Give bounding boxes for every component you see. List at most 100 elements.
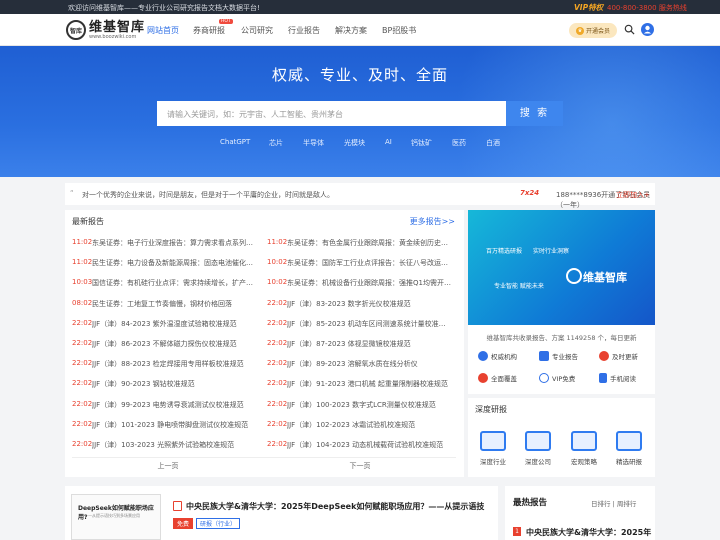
next-page-button[interactable]: 下一页: [264, 457, 456, 473]
top-bar: 欢迎访问维基智库——专业行业公司研究报告文档大数据平台! VIP特权 400-8…: [0, 0, 720, 14]
list-item-time: 22:02: [72, 318, 93, 327]
more-reports-link[interactable]: 更多报告>>: [410, 216, 455, 227]
join-now-link[interactable]: 立即加入+: [616, 190, 650, 200]
selected-reports-link[interactable]: 精选研报: [609, 431, 649, 466]
list-item[interactable]: 08:02 民生证券：工地复工节奏偏慢，钢材价格回落: [72, 299, 264, 319]
search-input[interactable]: 请输入关键词，如：元宇宙、人工智能、贵州茅台: [157, 101, 506, 126]
feature-label: 专业报告: [552, 353, 578, 361]
report-title[interactable]: 中央民族大学&清华大学：2025年DeepSeek如何赋能职场应用？——从提示语…: [186, 501, 484, 512]
monitor-icon: [571, 431, 597, 451]
deep-item-label: 深度行业: [480, 458, 506, 466]
list-item-time: 22:02: [267, 318, 288, 327]
list-item[interactable]: 22:02 JJF（津）83-2023 数字折光仪校准规范: [267, 299, 459, 319]
keyword-ai[interactable]: AI: [385, 138, 392, 146]
clock-icon: [599, 351, 609, 361]
feature-professional: 专业报告: [539, 351, 578, 361]
list-item-time: 08:02: [72, 298, 93, 307]
nav-solutions[interactable]: 解决方案: [335, 25, 367, 36]
list-item[interactable]: 22:02 JJF（津）87-2023 体视显微镜校准规范: [267, 339, 459, 359]
list-item[interactable]: 22:02 JJF（津）88-2023 检定焊接用专用样板校准规范: [72, 359, 264, 379]
ranking-tabs[interactable]: 日排行 | 周排行: [591, 498, 636, 508]
macro-strategy-link[interactable]: 宏观策略: [564, 431, 604, 466]
collection-stats: 维基智库共收录报告、方案 1149258 个，每日更新: [486, 334, 637, 342]
nav-industry-report[interactable]: 行业报告: [288, 25, 320, 36]
member-label: 开通会员: [585, 28, 610, 35]
list-item-title: JJF（津）88-2023 检定焊接用专用样板校准规范: [92, 360, 244, 369]
list-item-title: 东吴证券：有色金属行业跟踪周报：黄金续创历史…: [287, 239, 448, 247]
open-membership-button[interactable]: ♛ 开通会员: [569, 23, 617, 38]
list-item-time: 11:02: [267, 238, 288, 246]
list-item[interactable]: 22:02 JJF（津）102-2023 冰霜试验机校准规范: [267, 420, 459, 440]
vip-link[interactable]: VIP特权: [574, 2, 603, 13]
keyword-chip[interactable]: 芯片: [269, 138, 283, 148]
list-item-title: 东吴证券：电子行业深度报告：算力需求看点系列…: [92, 239, 253, 247]
list-item-time: 11:02: [72, 258, 93, 267]
list-item-title: 国信证券：有机硅行业点评：需求持续增长，扩产…: [92, 279, 253, 288]
list-item-title: JJF（津）86-2023 不解体磁力探伤仪校准规范: [92, 339, 237, 348]
promo-banner[interactable]: 百万精选研报 实时行业洞察 专业智能 赋能未来 维基智库: [468, 210, 655, 325]
list-item[interactable]: 22:02 JJF（津）90-2023 钢钻校准规范: [72, 379, 264, 399]
feature-label: 手机阅读: [610, 375, 636, 383]
list-item-time: 22:02: [72, 399, 93, 408]
site-logo[interactable]: 智库 维基智库 www.boozwiki.com: [66, 20, 145, 40]
feature-authority: 权威机构: [478, 351, 517, 361]
keyword-medicine[interactable]: 医药: [452, 138, 466, 148]
ranking-item[interactable]: 中央民族大学&清华大学：2025年: [526, 527, 651, 538]
deep-industry-link[interactable]: 深度行业: [473, 431, 513, 466]
nav-bp-prospectus[interactable]: BP招股书: [382, 25, 416, 36]
nav-home[interactable]: 网站首页: [147, 25, 179, 36]
list-item[interactable]: 22:02 JJF（津）100-2023 数字式LCR测量仪校准规范: [267, 400, 459, 420]
list-item[interactable]: 10:03 国信证券：有机硅行业点评：需求持续增长，扩产…: [72, 278, 264, 298]
feature-label: VIP免费: [552, 375, 576, 383]
hot-badge: HOT: [219, 19, 233, 24]
feature-timely: 及时更新: [599, 351, 638, 361]
list-item-time: 22:02: [267, 359, 288, 368]
hot-ranking-panel: 最热报告 日排行 | 周排行 1 中央民族大学&清华大学：2025年: [505, 486, 655, 540]
feature-coverage: 全面覆盖: [478, 373, 517, 383]
list-item[interactable]: 22:02 JJF（津）89-2023 溶解氧水质在线分析仪: [267, 359, 459, 379]
notice-text: 对一个优秀的企业来说，时间是朋友，但是对于一个平庸的企业，时间就是敌人。: [82, 191, 334, 199]
featured-report-card[interactable]: DeepSeek如何赋能职场应用? ——从提示语技巧到多场景应用 中央民族大学&…: [65, 486, 498, 540]
list-item-title: 东吴证券：国防军工行业点评报告：长征八号改运…: [287, 259, 448, 268]
list-item[interactable]: 22:02 JJF（津）99-2023 电势诱导衰减测试仪校准规范: [72, 400, 264, 420]
user-avatar-icon[interactable]: [641, 23, 654, 36]
list-item[interactable]: 22:02 JJF（津）101-2023 静电喷带脚盘测试仪校准规范: [72, 420, 264, 440]
feature-mobile: 手机阅读: [599, 373, 636, 383]
nav-broker-label: 券商研报: [193, 26, 225, 35]
building-icon: [525, 431, 551, 451]
search-icon[interactable]: [624, 24, 635, 35]
list-item[interactable]: 22:02 JJF（津）84-2023 紫外温湿度试验箱校准规范: [72, 319, 264, 339]
rank-number: 1: [513, 527, 521, 536]
prev-page-button[interactable]: 上一页: [72, 457, 264, 473]
list-item[interactable]: 10:02 东吴证券：国防军工行业点评报告：长征八号改运…: [267, 258, 459, 278]
list-item-time: 22:02: [267, 399, 288, 408]
list-item-title: JJF（津）87-2023 体视显微镜校准规范: [287, 339, 411, 348]
list-item-time: 22:02: [72, 338, 93, 347]
keyword-optical-module[interactable]: 光模块: [344, 138, 365, 148]
keyword-perovskite[interactable]: 钙钛矿: [411, 138, 432, 148]
list-item[interactable]: 22:02 JJF（津）86-2023 不解体磁力探伤仪校准规范: [72, 339, 264, 359]
list-item-title: JJF（津）85-2023 机动车区间测速系统计量校准…: [287, 319, 446, 328]
banner-text-3: 专业智能 赋能未来: [494, 283, 544, 290]
list-item-title: JJF（津）89-2023 溶解氧水质在线分析仪: [287, 360, 418, 369]
search-button[interactable]: 搜 索: [506, 101, 563, 126]
list-item[interactable]: 11:02 东吴证券：电子行业深度报告：算力需求看点系列…: [72, 238, 264, 258]
nav-company-research[interactable]: 公司研究: [241, 25, 273, 36]
list-item[interactable]: 11:02 东吴证券：有色金属行业跟踪周报：黄金续创历史…: [267, 238, 459, 258]
nav-broker-research[interactable]: 券商研报 HOT: [193, 19, 233, 36]
list-item[interactable]: 10:02 东吴证券：机械设备行业跟踪周报：强推Q1均需开…: [267, 278, 459, 298]
keyword-semiconductor[interactable]: 半导体: [303, 138, 324, 148]
logo-name: 维基智库: [89, 19, 146, 35]
list-item-time: 22:02: [267, 298, 288, 307]
report-thumbnail[interactable]: DeepSeek如何赋能职场应用? ——从提示语技巧到多场景应用: [71, 494, 161, 540]
keyword-liquor[interactable]: 白酒: [486, 138, 500, 148]
keyword-chatgpt[interactable]: ChatGPT: [220, 138, 250, 146]
list-item-time: 10:03: [72, 278, 93, 287]
list-item[interactable]: 22:02 JJF（津）91-2023 港口机械 起重量限制器校准规范: [267, 379, 459, 399]
list-item[interactable]: 11:02 民生证券：电力设备及新能源周报：固态电池催化…: [72, 258, 264, 278]
deep-company-link[interactable]: 深度公司: [518, 431, 558, 466]
vip-icon: [539, 373, 549, 383]
category-badge[interactable]: 研报（行业）: [196, 518, 241, 529]
list-item[interactable]: 22:02 JJF（津）85-2023 机动车区间测速系统计量校准…: [267, 319, 459, 339]
list-item-title: JJF（津）99-2023 电势诱导衰减测试仪校准规范: [92, 400, 244, 409]
